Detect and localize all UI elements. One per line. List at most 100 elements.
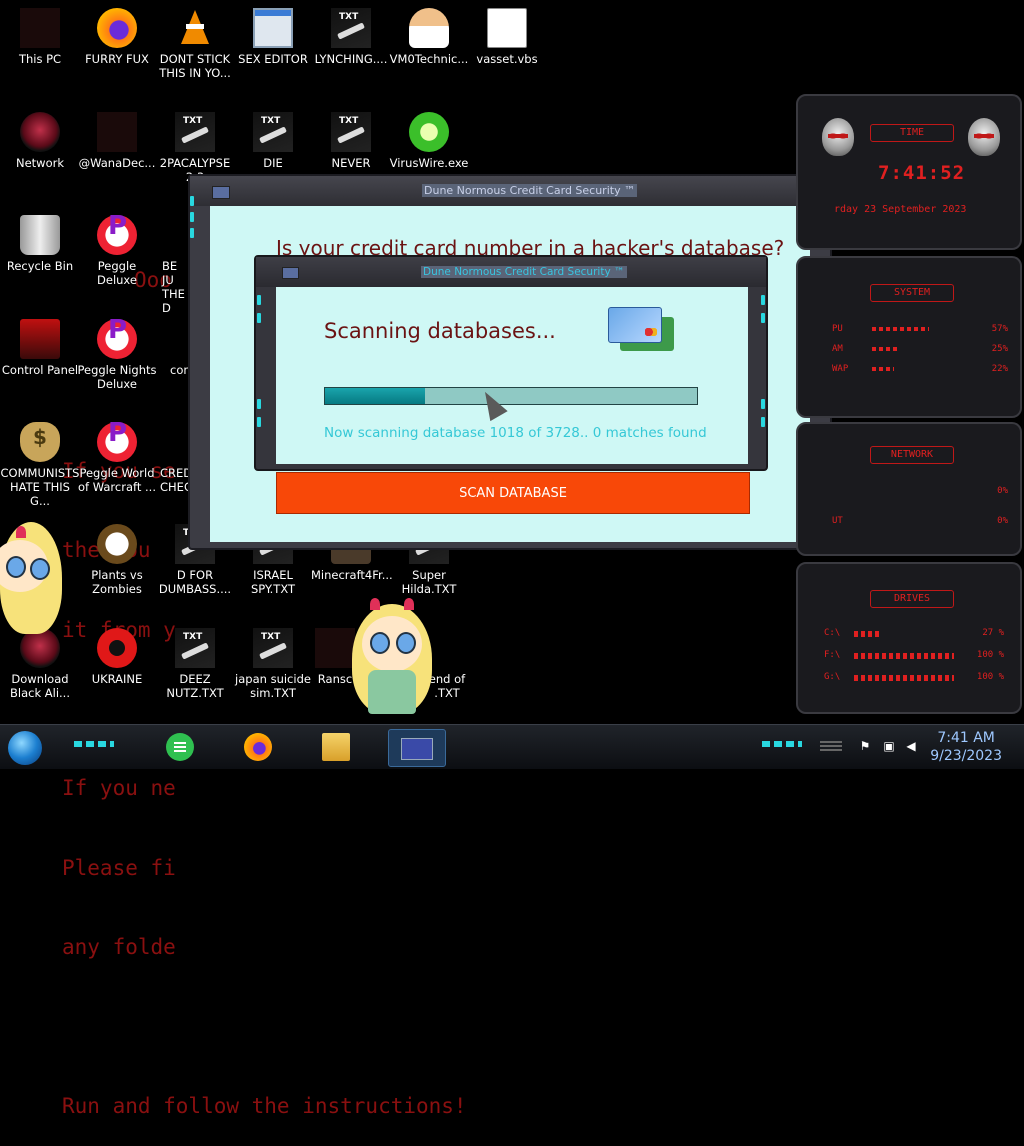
scan-progress-bar [324, 387, 698, 405]
network-out-row: UT 0% [832, 516, 1008, 526]
desktop-icon-dont-stick[interactable]: DONT STICK THIS IN YO... [155, 8, 235, 80]
dialog-titlebar[interactable]: Dune Normous Credit Card Security ™ [256, 257, 766, 287]
clock-date: 9/23/2023 [930, 748, 1002, 764]
desktop-icon-communists[interactable]: COMMUNISTS HATE THIS G... [0, 422, 80, 508]
desktop-icon-network[interactable]: Network [0, 112, 80, 170]
drive-row: F:\ 100 % [824, 650, 1004, 660]
cpu-row: PU 57% [832, 324, 1008, 334]
desktop-icon-plants-vs-zombies[interactable]: Plants vs Zombies [77, 524, 157, 596]
flower-icon [97, 524, 137, 564]
system-title: SYSTEM [870, 284, 954, 302]
volume-icon[interactable]: ◀ [904, 739, 918, 753]
desktop-icon-vm0technic[interactable]: VM0Technic... [389, 8, 469, 66]
peggle-icon [97, 215, 137, 255]
time-title: TIME [870, 124, 954, 142]
show-desktop-button[interactable] [820, 741, 842, 753]
desktop-icon-recycle-bin[interactable]: Recycle Bin [0, 215, 80, 273]
peggle-icon [97, 422, 137, 462]
desktop-icon-download-black-alien[interactable]: Download Black Ali... [0, 628, 80, 700]
desktop-icon-lynching[interactable]: LYNCHING.... [311, 8, 391, 66]
desktop-icon-control-panel[interactable]: Control Panel [0, 319, 80, 377]
taskbar-file-explorer-app[interactable] [316, 729, 356, 765]
ransom-line: Run and follow the instructions! [62, 1093, 467, 1118]
firefox-icon [244, 733, 272, 761]
drives-title: DRIVES [870, 590, 954, 608]
txt-file-icon [175, 628, 215, 668]
desktop-icon-be-ju[interactable]: BE JU THE D [150, 215, 190, 315]
desktop-icon-viruswire[interactable]: VirusWire.exe [389, 112, 469, 170]
ram-row: AM 25% [832, 344, 1008, 354]
folder-icon [322, 733, 350, 761]
app-icon [212, 186, 230, 199]
scanning-heading: Scanning databases... [324, 319, 556, 343]
ransom-line: If you ne [62, 776, 176, 800]
progress-fill [325, 388, 426, 404]
txt-file-icon [331, 8, 371, 48]
drives-widget: DRIVES C:\ 27 % F:\ 100 % G:\ 100 % [796, 562, 1022, 714]
firefox-icon [97, 8, 137, 48]
doctor-icon [409, 8, 449, 48]
desktop-icon-vasset[interactable]: vasset.vbs [467, 8, 547, 66]
drive-row: C:\ 27 % [824, 628, 1004, 638]
alien-head-icon [822, 118, 854, 156]
swap-row: WAP 22% [832, 364, 1008, 374]
scanning-dialog[interactable]: Dune Normous Credit Card Security ™ Scan… [254, 255, 768, 471]
desktop-icon-peggle-nights[interactable]: Peggle Nights Deluxe [77, 319, 157, 391]
network-icon[interactable]: ▣ [882, 739, 896, 753]
desktop-icon-never[interactable]: NEVER [311, 112, 391, 170]
network-title: NETWORK [870, 446, 954, 464]
desktop-icon-die[interactable]: DIE [233, 112, 313, 170]
dialog-title: Dune Normous Credit Card Security ™ [421, 266, 627, 278]
desktop-icon-this-pc[interactable]: This PC [0, 8, 80, 66]
recycle-bin-icon [20, 215, 60, 255]
desktop-icon-furry-fux[interactable]: FURRY FUX [77, 8, 157, 66]
ransom-line: any folde [62, 935, 176, 959]
cartoon-character-sticker [0, 514, 66, 638]
desktop-icon-peggle-deluxe[interactable]: Peggle Deluxe [77, 215, 157, 287]
taskbar-clock[interactable]: 7:41 AM 9/23/2023 [930, 729, 1002, 765]
control-panel-icon [20, 319, 60, 359]
time-date: rday 23 September 2023 [834, 204, 967, 215]
ransom-line: Please fi [62, 855, 176, 880]
network-widget: NETWORK 0% UT 0% [796, 422, 1022, 556]
dark-app-icon [97, 112, 137, 152]
vlc-cone-icon [175, 8, 215, 48]
system-widget: SYSTEM PU 57% AM 25% WAP 22% [796, 256, 1022, 418]
notes-icon [166, 733, 194, 761]
alien-network-icon [20, 112, 60, 152]
taskbar-firefox-app[interactable] [238, 729, 278, 765]
txt-file-icon [253, 112, 293, 152]
txt-file-icon [331, 112, 371, 152]
time-clock: 7:41:52 [878, 162, 966, 184]
desktop-icon-japan-suicide-sim[interactable]: japan suicide sim.TXT [233, 628, 313, 700]
desktop-icon-peggle-wow[interactable]: Peggle World of Warcraft ... [77, 422, 157, 494]
window-title: Dune Normous Credit Card Security ™ [422, 184, 638, 197]
txt-file-icon [175, 112, 215, 152]
clock-time: 7:41 AM [937, 730, 995, 746]
peggle-icon [97, 319, 137, 359]
txt-file-icon [253, 628, 293, 668]
taskbar: ⚑ ▣ ◀ 7:41 AM 9/23/2023 [0, 724, 1024, 769]
desktop-icon-deez-nutz[interactable]: DEEZ NUTZ.TXT [155, 628, 235, 700]
taskbar-notes-app[interactable] [160, 729, 200, 765]
money-bag-icon [20, 422, 60, 462]
scan-database-button[interactable]: SCAN DATABASE [276, 472, 750, 514]
script-file-icon [487, 8, 527, 48]
window-titlebar[interactable]: Dune Normous Credit Card Security ™ [190, 176, 830, 206]
time-widget: TIME 7:41:52 rday 23 September 2023 [796, 94, 1022, 250]
scan-status-text: Now scanning database 1018 of 3728.. 0 m… [324, 425, 707, 441]
desktop-icon-ukraine[interactable]: UKRAINE [77, 628, 157, 686]
desktop-icon-wanadec[interactable]: @WanaDec... [77, 112, 157, 170]
alien-head-icon [968, 118, 1000, 156]
credit-cards-icon [608, 307, 674, 355]
start-button[interactable] [8, 731, 42, 765]
window-app-icon [253, 8, 293, 48]
desktop-icon-cred-chec[interactable]: CRED CHEC [150, 422, 192, 494]
card-app-icon [401, 738, 433, 760]
flag-icon[interactable]: ⚑ [858, 739, 872, 753]
taskbar-credit-card-security-app[interactable] [388, 729, 446, 767]
cartoon-character-sticker [346, 598, 438, 726]
drive-row: G:\ 100 % [824, 672, 1004, 682]
radiation-icon [97, 628, 137, 668]
desktop-icon-sex-editor[interactable]: SEX EDITOR [233, 8, 313, 66]
